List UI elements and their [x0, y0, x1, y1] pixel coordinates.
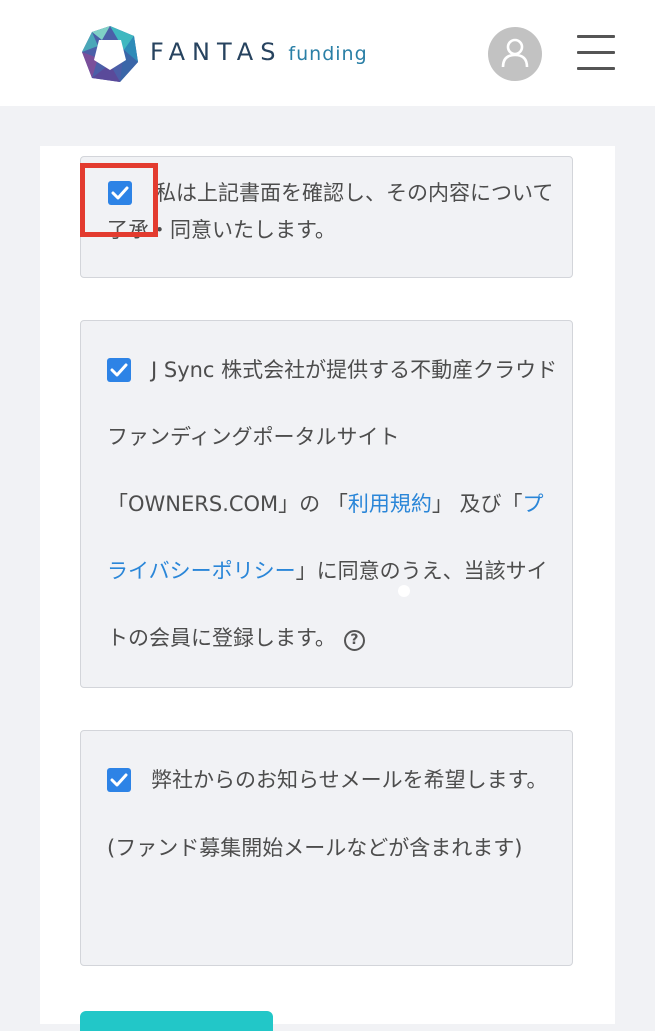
newsletter-consent-checkbox[interactable]	[107, 768, 131, 792]
terms-consent-box: J Sync 株式会社が提供する不動産クラウドファンディングポータルサイト「OW…	[80, 320, 573, 688]
hamburger-menu-icon	[577, 35, 615, 38]
highlight-frame	[80, 163, 158, 237]
terms-consent-label: J Sync 株式会社が提供する不動産クラウドファンディングポータルサイト「OW…	[107, 358, 558, 651]
newsletter-consent-label: 弊社からのお知らせメールを希望します。(ファンド募集開始メールなどが含まれます)	[107, 768, 548, 860]
brand-name-main: FANTAS	[150, 38, 283, 66]
checkmark-icon	[110, 773, 128, 787]
user-icon	[501, 38, 529, 68]
touch-indicator	[398, 585, 410, 597]
newsletter-consent-box: 弊社からのお知らせメールを希望します。(ファンド募集開始メールなどが含まれます)	[80, 730, 573, 966]
account-button[interactable]	[488, 27, 542, 81]
fantas-logo-icon[interactable]	[80, 24, 140, 84]
header: FANTAS funding	[0, 0, 655, 106]
brand-name-sub: funding	[288, 43, 368, 65]
document-consent-label: 私は上記書面を確認し、その内容について了承・同意いたします。	[107, 181, 554, 242]
checkmark-icon	[110, 363, 128, 377]
brand-name[interactable]: FANTAS funding	[150, 38, 368, 66]
help-icon[interactable]: ?	[343, 630, 365, 651]
submit-button[interactable]	[80, 1011, 273, 1031]
hamburger-menu-button[interactable]	[577, 35, 615, 71]
terms-of-use-link[interactable]: 利用規約	[348, 492, 432, 516]
terms-consent-checkbox[interactable]	[107, 358, 131, 382]
